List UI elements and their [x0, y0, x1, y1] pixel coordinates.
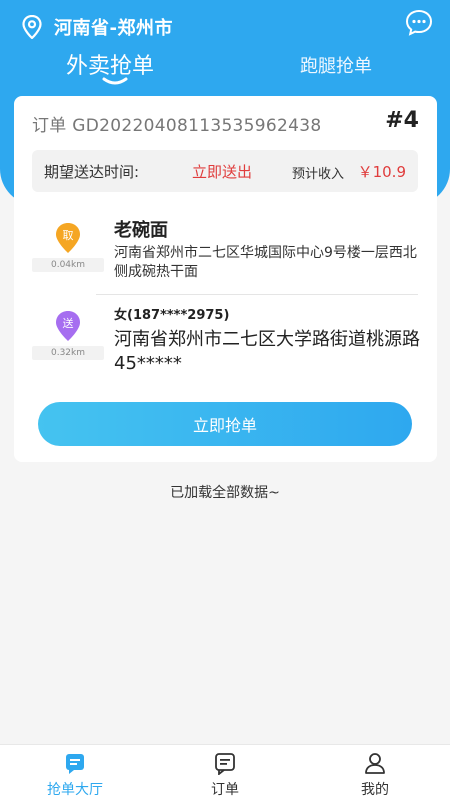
income-value: ￥10.9 — [357, 163, 406, 181]
tabbar-item-hall[interactable]: 抢单大厅 — [25, 751, 125, 799]
eta-label: 期望送达时间: — [44, 163, 140, 181]
tabbar-label-profile: 我的 — [361, 782, 389, 798]
customer-contact: 女(187****2975) — [114, 308, 230, 323]
order-card: 订单 GD20220408113535962438 #4 期望送达时间: 立即送… — [14, 96, 437, 462]
delivery-stop: 送 0.32km 女(187****2975) 河南省郑州市二七区大学路街道桃源… — [32, 304, 420, 374]
delivery-badge: 送 — [63, 316, 74, 330]
pickup-stop: 取 0.04km 老碗面 河南省郑州市二七区华城国际中心9号楼一层西北侧成碗热干… — [32, 216, 418, 286]
eta-box: 期望送达时间: 立即送出 预计收入 ￥10.9 — [32, 150, 418, 192]
eta-value: 立即送出 — [192, 163, 253, 181]
pickup-address: 河南省郑州市二七区华城国际中心9号楼一层西北侧成碗热干面 — [114, 245, 417, 280]
bottom-tabbar: 抢单大厅 订单 我的 — [0, 744, 450, 800]
grab-order-button[interactable]: 立即抢单 — [38, 402, 412, 446]
delivery-distance: 0.32km — [32, 346, 104, 360]
store-name: 老碗面 — [114, 220, 168, 241]
stop-divider — [96, 294, 418, 295]
list-end-status: 已加载全部数据~ — [170, 485, 280, 501]
tabbar-item-orders[interactable]: 订单 — [175, 751, 275, 799]
delivery-pin-icon: 送 — [56, 311, 80, 341]
tab-errand[interactable]: 跑腿抢单 — [300, 52, 372, 78]
order-icon — [215, 753, 235, 775]
hall-icon — [66, 754, 84, 774]
tabbar-item-profile[interactable]: 我的 — [325, 751, 425, 799]
location-selector[interactable]: 河南省-郑州市 — [22, 14, 173, 40]
message-icon[interactable] — [404, 8, 434, 38]
tab-active-indicator — [102, 77, 128, 85]
order-number: #4 — [385, 108, 419, 133]
tabbar-label-hall: 抢单大厅 — [47, 782, 103, 798]
order-type-tabs: 外卖抢单 跑腿抢单 — [0, 46, 450, 90]
delivery-address: 河南省郑州市二七区大学路街道桃源路45***** — [114, 329, 420, 374]
order-id-row: 订单 GD20220408113535962438 #4 — [32, 108, 419, 136]
location-text: 河南省-郑州市 — [54, 18, 173, 39]
order-id: 订单 GD20220408113535962438 — [32, 115, 322, 136]
location-pin-icon — [22, 15, 42, 39]
pickup-badge: 取 — [63, 229, 74, 242]
pickup-distance: 0.04km — [32, 258, 104, 272]
pickup-pin-icon: 取 — [56, 223, 80, 253]
income-label: 预计收入 — [291, 167, 344, 182]
user-icon — [365, 753, 385, 774]
tabbar-label-orders: 订单 — [211, 782, 239, 798]
